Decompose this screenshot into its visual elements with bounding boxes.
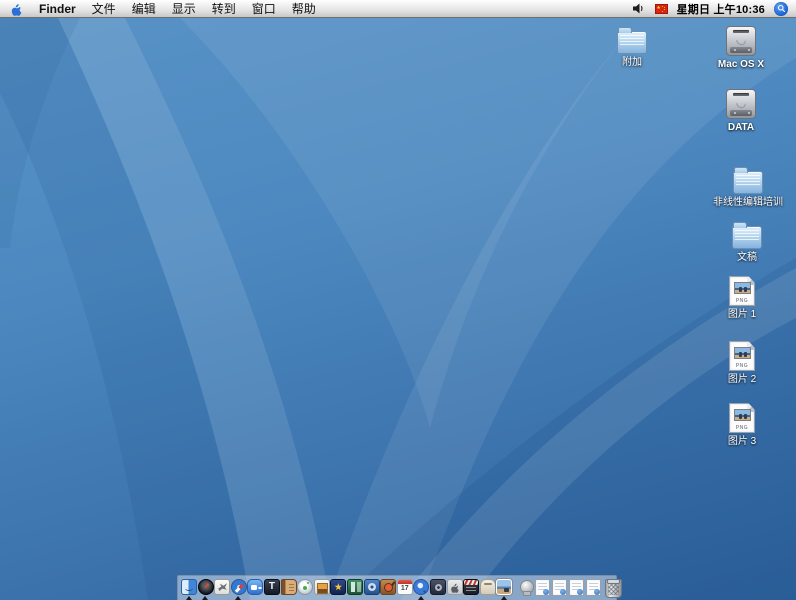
dock-image-viewer-icon[interactable]: [496, 579, 512, 600]
png-badge: PNG: [732, 363, 752, 368]
photo-thumbnail: [734, 282, 751, 294]
desktop-icon-macosx-drive[interactable]: Mac OS X: [713, 26, 769, 70]
desktop-wallpaper: [0, 18, 796, 600]
dock-apple-system-icon[interactable]: [447, 579, 463, 600]
dock-garageband-icon[interactable]: [380, 579, 396, 600]
dock-quicktime-icon[interactable]: [413, 579, 429, 600]
icon-label: 图片 3: [728, 436, 756, 447]
menu-edit[interactable]: 编辑: [132, 0, 156, 17]
dock: T 17: [177, 575, 617, 600]
minimized-round-device-window[interactable]: [518, 579, 533, 596]
png-badge: PNG: [732, 425, 752, 430]
icon-label: 非线性编辑培训: [713, 197, 783, 208]
minimized-document-window-1[interactable]: [535, 579, 550, 596]
png-badge: PNG: [732, 298, 752, 303]
hard-drive-icon: [726, 26, 756, 56]
drive-mark: [734, 97, 747, 110]
menu-file[interactable]: 文件: [92, 0, 116, 17]
minimized-document-window-2[interactable]: [552, 579, 567, 596]
menu-view[interactable]: 显示: [172, 0, 196, 17]
dock-video-editor-icon[interactable]: [347, 579, 363, 600]
desktop-icon-picture-3[interactable]: PNG 图片 3: [714, 403, 770, 447]
desktop-icon-documents-folder[interactable]: 文稿: [719, 221, 775, 263]
drive-mark: [734, 34, 747, 47]
dock-text-app-icon[interactable]: T: [264, 579, 280, 600]
icon-label: DATA: [728, 122, 754, 133]
icon-label: Mac OS X: [718, 59, 764, 70]
minimized-document-window-4[interactable]: [586, 579, 601, 596]
menu-help[interactable]: 帮助: [292, 0, 316, 17]
dock-ichat-icon[interactable]: [247, 579, 263, 600]
active-app-menu[interactable]: Finder: [39, 2, 76, 16]
spotlight-search-icon[interactable]: [774, 2, 788, 16]
dock-dashboard-icon[interactable]: [198, 579, 214, 600]
hard-drive-icon: [726, 89, 756, 119]
dock-iphoto-icon[interactable]: [314, 579, 330, 600]
dock-address-book-icon[interactable]: [281, 579, 297, 600]
desktop-icon-data-drive[interactable]: DATA: [713, 89, 769, 133]
desktop-icon-training-folder[interactable]: 非线性编辑培训: [709, 166, 787, 208]
dock-finder-icon[interactable]: [181, 579, 197, 600]
drive-base: [730, 47, 752, 53]
dock-toast-burner-icon[interactable]: [480, 579, 496, 600]
dock-dvd-player-icon[interactable]: [430, 579, 446, 600]
png-file-icon: PNG: [729, 403, 755, 433]
drive-vent: [733, 93, 749, 96]
apple-menu-icon[interactable]: [9, 2, 23, 16]
dock-minimized-area: [518, 579, 622, 598]
icon-label: 附加: [622, 57, 642, 68]
dock-safari-icon[interactable]: [231, 579, 247, 600]
menu-bar: Finder 文件 编辑 显示 转到 窗口 帮助 星期日 上午10:36: [0, 0, 796, 18]
dock-ical-icon[interactable]: 17: [397, 579, 413, 600]
icon-label: 图片 1: [728, 309, 756, 320]
photo-thumbnail: [734, 409, 751, 421]
dock-mail-icon[interactable]: [214, 579, 230, 600]
photo-thumbnail: [734, 347, 751, 359]
icon-label: 图片 2: [728, 374, 756, 385]
drive-vent: [733, 30, 749, 33]
desktop-icon-picture-1[interactable]: PNG 图片 1: [714, 276, 770, 320]
desktop-icon-fujia-folder[interactable]: 附加: [604, 26, 660, 68]
folder-icon: [732, 226, 762, 249]
china-flag-input-icon[interactable]: [655, 4, 668, 14]
dock-film-clapper-icon[interactable]: [463, 579, 479, 600]
minimized-document-window-3[interactable]: [569, 579, 584, 596]
menu-go[interactable]: 转到: [212, 0, 236, 17]
png-file-icon: PNG: [729, 276, 755, 306]
volume-icon[interactable]: [632, 2, 646, 15]
folder-icon: [617, 31, 647, 54]
trash-icon[interactable]: [605, 579, 622, 598]
dock-itunes-icon[interactable]: [297, 579, 313, 600]
menu-clock[interactable]: 星期日 上午10:36: [677, 1, 765, 17]
folder-icon: [733, 171, 763, 194]
menu-window[interactable]: 窗口: [252, 0, 276, 17]
dock-media-disc-icon[interactable]: [364, 579, 380, 600]
dock-app-list: T 17: [181, 579, 512, 600]
icon-label: 文稿: [737, 252, 757, 263]
png-file-icon: PNG: [729, 341, 755, 371]
drive-base: [730, 110, 752, 116]
dock-imovie-icon[interactable]: [330, 579, 346, 600]
desktop-icon-picture-2[interactable]: PNG 图片 2: [714, 341, 770, 385]
